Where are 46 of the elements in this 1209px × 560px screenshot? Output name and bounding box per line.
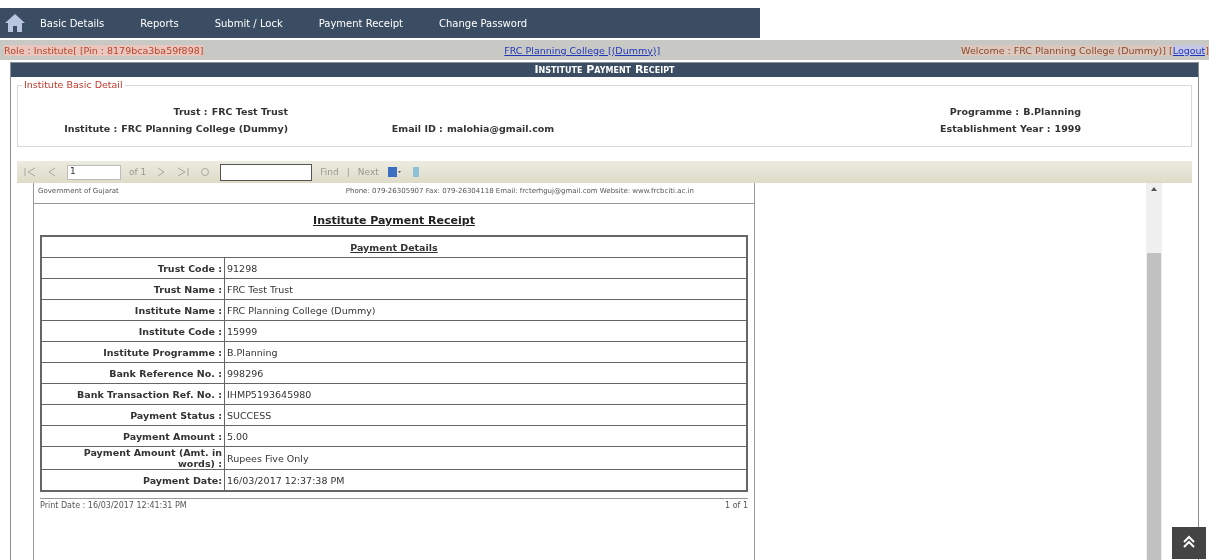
field-label: Programme : <box>949 106 1020 117</box>
table-label: Trust Name : <box>41 278 225 300</box>
field-value: malohia@gmail.com <box>446 123 555 134</box>
report-title: Institute Payment Receipt <box>312 214 476 227</box>
college-link[interactable]: FRC Planning College [(Dummy)] <box>504 44 661 56</box>
find-field[interactable] <box>220 163 313 181</box>
field-label: Email ID : <box>391 123 443 134</box>
field-label: Establishment Year : <box>940 123 1051 134</box>
field-value: B.Planning <box>1023 106 1081 117</box>
table-label: Institute Programme : <box>41 341 225 363</box>
table-label: Payment Status : <box>41 404 225 426</box>
nav-item[interactable]: Payment Receipt <box>318 17 423 29</box>
separator-text: | <box>346 167 350 177</box>
page-number-field[interactable]: 1 <box>67 164 121 180</box>
bracket-text: ] <box>1205 44 1209 56</box>
first-page-icon[interactable] <box>23 166 37 178</box>
scroll-top-button[interactable] <box>1172 527 1206 559</box>
scroll-up-icon[interactable] <box>1150 185 1158 193</box>
nav-item[interactable]: Basic Details <box>40 17 125 29</box>
panel-title: Institute Payment Receipt <box>11 63 1198 77</box>
save-icon[interactable] <box>386 166 401 178</box>
chevrons-up-icon <box>1182 534 1196 549</box>
last-page-icon[interactable] <box>176 166 191 178</box>
scrollbar[interactable] <box>1146 183 1162 560</box>
field-value: FRC Test Trust <box>211 106 288 117</box>
nav-item[interactable]: Reports <box>140 17 199 29</box>
nav-item[interactable]: Submit / Lock <box>214 17 303 29</box>
table-label: Payment Amount : <box>41 425 225 447</box>
field-label: Trust : <box>173 106 208 117</box>
home-icon[interactable] <box>4 12 26 34</box>
table-label: Bank Reference No. : <box>41 362 225 384</box>
table-label: Institute Name : <box>41 299 225 321</box>
page-count-text: of 1 <box>129 167 147 177</box>
role-text: Role : Institute[ [Pin : 8179bca3ba59f898] <box>4 44 204 56</box>
nav-item[interactable]: Change Password <box>439 17 548 29</box>
table-label: Trust Code : <box>41 257 225 279</box>
field-value: 1999 <box>1054 123 1081 134</box>
print-date-text: Print Date : 16/03/2017 12:41:31 PM <box>40 501 187 510</box>
table-label: Payment Amount (Amt. in words) : <box>41 446 225 470</box>
field-label: Institute : <box>64 123 118 134</box>
field-value: FRC Planning College (Dummy) <box>121 123 288 134</box>
fieldset-legend: Institute Basic Detail <box>22 79 125 90</box>
table-label: Institute Code : <box>41 320 225 342</box>
page-indicator: 1 of 1 <box>725 501 748 510</box>
welcome-text: Welcome : FRC Planning College (Dummy)] [ <box>961 44 1173 56</box>
table-label: Bank Transaction Ref. No. : <box>41 383 225 405</box>
